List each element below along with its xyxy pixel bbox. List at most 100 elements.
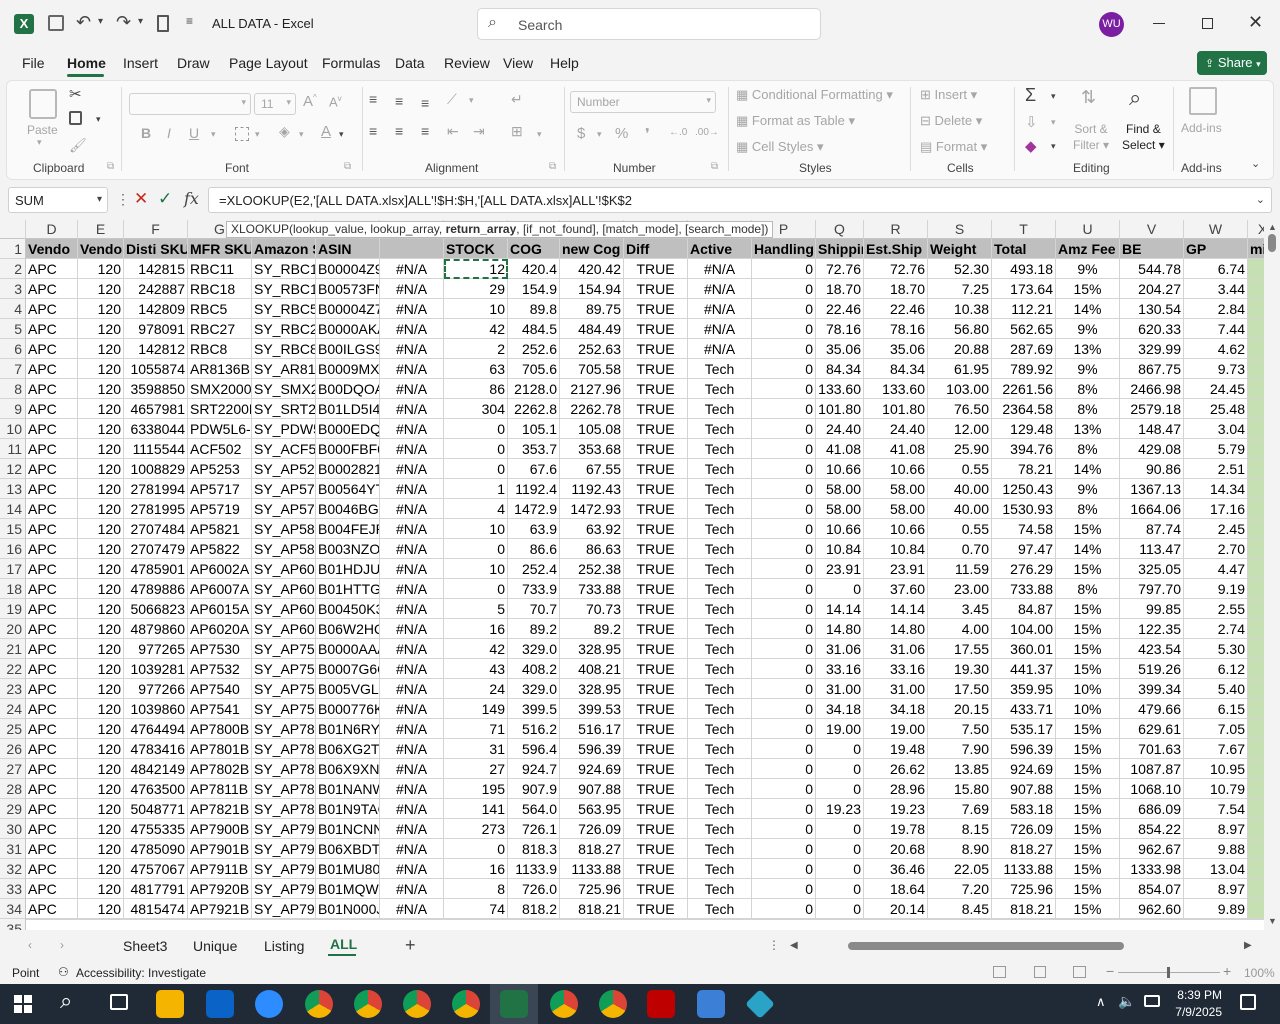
table-cell[interactable]: #N/A [688, 339, 752, 359]
table-cell[interactable]: 15% [1056, 819, 1120, 839]
header-cell[interactable]: Amazon S [252, 239, 316, 259]
column-header-t[interactable]: T [992, 220, 1056, 239]
table-cell[interactable]: SY_RBC8 [252, 339, 316, 359]
table-cell[interactable]: 28.96 [864, 779, 928, 799]
table-cell[interactable]: 0 [752, 519, 816, 539]
header-cell[interactable]: COG [508, 239, 560, 259]
table-cell[interactable]: 23.00 [928, 579, 992, 599]
table-cell[interactable]: 0 [752, 799, 816, 819]
table-cell[interactable]: 9% [1056, 479, 1120, 499]
number-launcher-icon[interactable]: ⧉ [711, 161, 718, 172]
table-cell[interactable]: AP7821B [188, 799, 252, 819]
table-cell[interactable]: APC [26, 699, 78, 719]
table-cell[interactable]: 9.73 [1184, 359, 1248, 379]
table-cell[interactable]: 31.06 [816, 639, 864, 659]
table-cell[interactable]: Tech [688, 459, 752, 479]
table-cell[interactable]: APC [26, 399, 78, 419]
header-cell[interactable]: Weight [928, 239, 992, 259]
table-cell[interactable]: TRUE [624, 399, 688, 419]
table-cell[interactable]: 0 [752, 419, 816, 439]
table-cell[interactable]: 86.63 [560, 539, 624, 559]
table-cell[interactable]: #N/A [380, 719, 444, 739]
table-cell[interactable]: 120 [78, 779, 124, 799]
column-header-x[interactable]: X [1248, 220, 1264, 239]
table-cell[interactable]: 4 [1248, 639, 1264, 659]
table-cell[interactable]: 120 [78, 639, 124, 659]
header-cell[interactable]: Amz Fee [1056, 239, 1120, 259]
row-header[interactable]: 26 [0, 739, 26, 759]
table-cell[interactable]: 726.09 [560, 819, 624, 839]
table-cell[interactable]: AP7800B [188, 719, 252, 739]
table-cell[interactable]: 1133.88 [992, 859, 1056, 879]
table-cell[interactable]: TRUE [624, 479, 688, 499]
table-cell[interactable]: 15.80 [928, 779, 992, 799]
orientation-dropdown-icon[interactable]: ▾ [469, 95, 474, 106]
table-cell[interactable]: #N/A [688, 279, 752, 299]
table-cell[interactable]: 9.19 [1184, 579, 1248, 599]
table-cell[interactable]: 5 [444, 599, 508, 619]
table-cell[interactable]: 4.00 [928, 619, 992, 639]
table-cell[interactable]: APC [26, 499, 78, 519]
table-cell[interactable]: 2 [1248, 279, 1264, 299]
table-cell[interactable]: Tech [688, 659, 752, 679]
fill-color-icon[interactable]: ◈ [279, 123, 290, 140]
table-cell[interactable]: Tech [688, 879, 752, 899]
row-header[interactable]: 34 [0, 899, 26, 919]
table-cell[interactable]: 5048771 [124, 799, 188, 819]
header-cell[interactable] [380, 239, 444, 259]
table-cell[interactable]: 120 [78, 559, 124, 579]
table-cell[interactable]: 31.00 [864, 679, 928, 699]
table-cell[interactable]: 408.21 [560, 659, 624, 679]
table-cell[interactable]: 2.84 [1184, 299, 1248, 319]
table-cell[interactable]: AP5253 [188, 459, 252, 479]
table-cell[interactable]: 0 [752, 659, 816, 679]
expand-formula-icon[interactable]: ⌄ [1256, 193, 1265, 206]
sheet-tab-listing[interactable]: Listing [264, 938, 304, 954]
table-cell[interactable]: 129.48 [992, 419, 1056, 439]
table-cell[interactable]: 14.80 [864, 619, 928, 639]
table-cell[interactable]: 9 [1248, 839, 1264, 859]
table-cell[interactable]: 15% [1056, 519, 1120, 539]
table-cell[interactable]: 328.95 [560, 679, 624, 699]
table-cell[interactable]: 0 [752, 859, 816, 879]
table-cell[interactable]: #N/A [380, 859, 444, 879]
start-button-icon[interactable] [14, 995, 32, 1013]
table-cell[interactable]: 2364.58 [992, 399, 1056, 419]
table-cell[interactable]: 962.67 [1120, 839, 1184, 859]
redo-icon[interactable]: ↷ [116, 12, 131, 33]
table-cell[interactable]: 122.35 [1120, 619, 1184, 639]
orientation-icon[interactable]: ⟋ [447, 91, 457, 108]
table-cell[interactable]: 120 [78, 659, 124, 679]
table-cell[interactable]: RBC11 [188, 259, 252, 279]
insert-cells-button[interactable]: ⊞ Insert ▾ [920, 87, 977, 103]
row-header[interactable]: 22 [0, 659, 26, 679]
table-cell[interactable]: 67.55 [560, 459, 624, 479]
table-cell[interactable]: B00ILGS9 [316, 339, 380, 359]
table-cell[interactable]: 629.61 [1120, 719, 1184, 739]
table-cell[interactable]: 5.40 [1184, 679, 1248, 699]
table-cell[interactable]: 3.44 [1184, 279, 1248, 299]
table-cell[interactable]: 0 [752, 359, 816, 379]
table-cell[interactable]: AP7802B [188, 759, 252, 779]
table-cell[interactable]: 2579.18 [1120, 399, 1184, 419]
table-cell[interactable]: 8 [1248, 579, 1264, 599]
font-name-select[interactable]: ▾ [129, 93, 251, 115]
table-cell[interactable]: 0 [752, 459, 816, 479]
table-cell[interactable]: Tech [688, 419, 752, 439]
table-cell[interactable]: 9% [1056, 259, 1120, 279]
table-cell[interactable]: 329.0 [508, 679, 560, 699]
table-cell[interactable]: 89.75 [560, 299, 624, 319]
close-icon[interactable]: ✕ [1248, 12, 1263, 33]
table-cell[interactable]: 101.80 [864, 399, 928, 419]
zoom-app-icon[interactable] [255, 990, 283, 1018]
table-cell[interactable]: 818.27 [992, 839, 1056, 859]
table-cell[interactable]: TRUE [624, 839, 688, 859]
table-cell[interactable]: 10% [1056, 699, 1120, 719]
table-cell[interactable]: B00564YT [316, 479, 380, 499]
header-cell[interactable]: MFR SKU [188, 239, 252, 259]
header-cell[interactable]: Total [992, 239, 1056, 259]
table-cell[interactable]: AP7532 [188, 659, 252, 679]
table-cell[interactable]: Tech [688, 619, 752, 639]
table-cell[interactable]: 14% [1056, 539, 1120, 559]
table-cell[interactable]: 89.2 [508, 619, 560, 639]
